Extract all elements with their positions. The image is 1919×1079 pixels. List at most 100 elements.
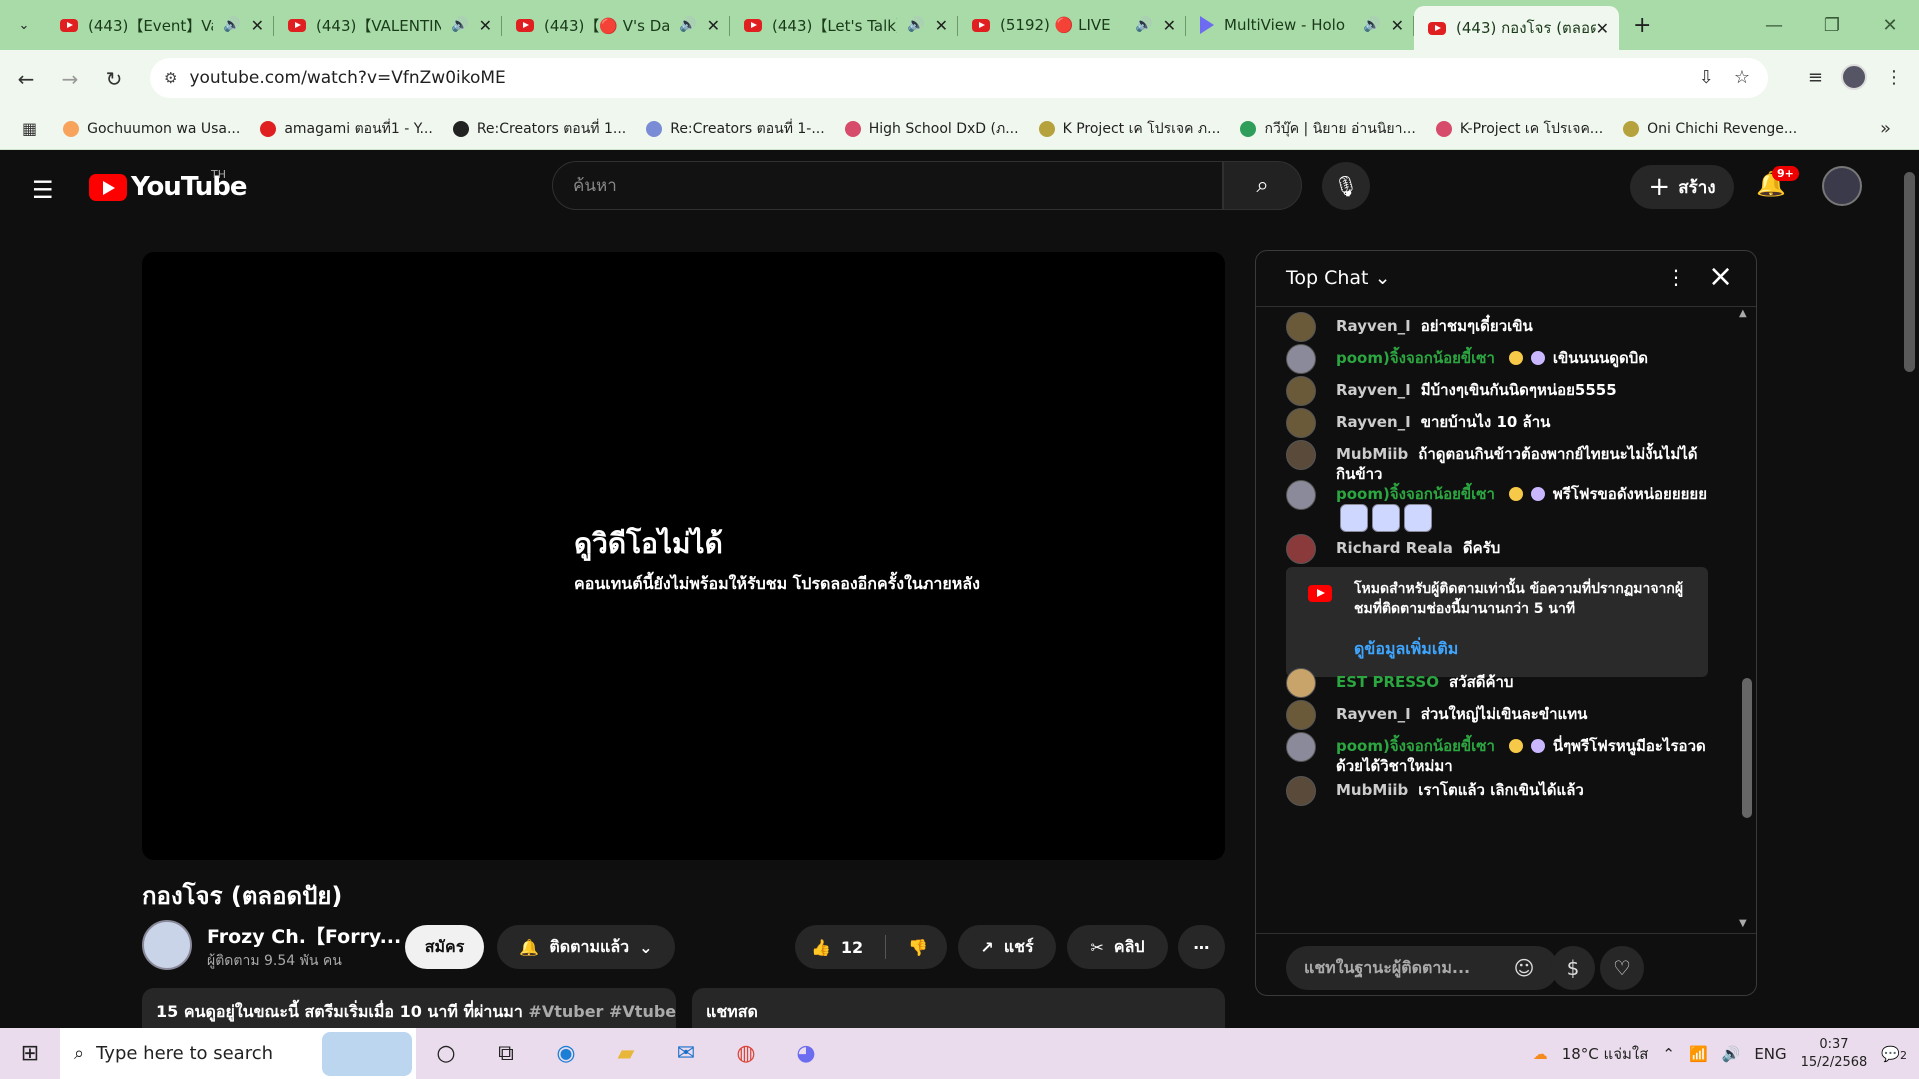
browser-tab-2[interactable]: (443)【🔴 V's Da 🔊 ✕ [502,0,730,50]
bookmark-item[interactable]: K Project เค โปรเจค ภ... [1038,118,1220,140]
cortana-icon[interactable]: ○ [416,1041,476,1066]
weather-icon[interactable]: ☁ [1533,1045,1548,1063]
browser-tab-0[interactable]: (443)【Event】Vale 🔊 ✕ [46,0,274,50]
task-view-icon[interactable]: ⧉ [476,1041,536,1066]
bookmark-item[interactable]: Gochuumon wa Usa... [63,120,240,137]
video-player[interactable]: ดูวิดีโอไม่ได้ คอนเทนต์นี้ยังไม่พร้อมให้… [142,252,1225,860]
bookmark-item[interactable]: Oni Chichi Revenge... [1623,120,1797,137]
chat-message[interactable]: Rayven_I มีบ้างๆเขินกันนิดๆหน่อย5555 [1286,376,1716,406]
start-windows-icon[interactable]: ⊞ [0,1041,60,1066]
chat-message[interactable]: MubMiib เราโตแล้ว เลิกเขินได้แล้ว [1286,776,1716,806]
chat-author-name[interactable]: EST PRESSO [1336,673,1439,691]
reload-button[interactable]: ↻ [96,67,132,91]
browser-tab-1[interactable]: (443)【VALENTIN 🔊 ✕ [274,0,502,50]
chat-author-avatar[interactable] [1286,344,1316,374]
speaker-icon[interactable]: 🔊 [907,17,924,33]
back-button[interactable]: ← [8,67,44,91]
show-hidden-icons[interactable]: ⌃ [1662,1045,1675,1063]
chat-author-avatar[interactable] [1286,732,1316,762]
close-tab-icon[interactable]: ✕ [1391,16,1404,35]
forward-button[interactable]: → [52,67,88,91]
chat-author-name[interactable]: Rayven_I [1336,705,1411,723]
notifications-icon[interactable]: 💬2 [1881,1045,1907,1063]
youtube-logo[interactable]: YouTube TH [89,168,247,202]
bookmark-item[interactable]: กวีบุ๊ค | นิยาย อ่านนิยา... [1240,118,1416,140]
speaker-icon[interactable]: 🔊 [1135,17,1152,33]
browser-tab-4[interactable]: (5192) 🔴 LIVE 🔊 ✕ [958,0,1186,50]
close-tab-icon[interactable]: ✕ [251,16,264,35]
browser-tab-5[interactable]: MultiView - Holo 🔊 ✕ [1186,0,1414,50]
browser-tab-6[interactable]: (443) กองโจร (ตลอดปัย✕ [1414,6,1619,50]
chat-message[interactable]: EST PRESSO สวัสดีค้าบ [1286,668,1716,698]
create-button[interactable]: + สร้าง [1630,165,1734,209]
learn-more-link[interactable]: ดูข้อมูลเพิ่มเติม [1354,637,1458,662]
edge-icon[interactable]: ◉ [536,1041,596,1066]
hamburger-menu-icon[interactable]: ☰ [32,176,54,204]
chat-author-name[interactable]: poom)จิ้งจอกน้อยขี้เซา [1336,349,1495,367]
live-chat-tab[interactable]: แชทสด [692,988,1225,1028]
bookmark-item[interactable]: Re:Creators ตอนที่ 1-... [646,118,825,140]
chat-message[interactable]: Richard Reala ดีครับ [1286,534,1716,564]
weather-text[interactable]: 18°C แจ่มใส [1562,1042,1649,1066]
profile-avatar[interactable] [1841,64,1867,90]
chat-message[interactable]: poom)จิ้งจอกน้อยขี้เซา เขินนนนดูดบิด [1286,344,1716,374]
heart-icon[interactable]: ♡ [1600,946,1644,990]
dislike-button[interactable]: 👎 [908,938,928,957]
description-box[interactable]: 15 คนดูอยู่ในขณะนี้ สตรีมเริ่มเมื่อ 10 น… [142,988,676,1028]
chat-message[interactable]: poom)จิ้งจอกน้อยขี้เซา พรีโฟรขอดังหน่อยยย… [1286,480,1716,532]
taskbar-search[interactable]: ⌕ Type here to search [60,1028,416,1079]
chat-author-avatar[interactable] [1286,408,1316,438]
clock[interactable]: 0:37 15/2/2568 [1801,1036,1868,1072]
subscribed-button[interactable]: 🔔 ติดตามแล้ว ⌄ [497,925,675,969]
bookmark-item[interactable]: amagami ตอนที่1 - Y... [260,118,433,140]
chat-author-name[interactable]: poom)จิ้งจอกน้อยขี้เซา [1336,737,1495,755]
chat-author-avatar[interactable] [1286,668,1316,698]
browser-tab-3[interactable]: (443)【Let's Talk】 🔊 ✕ [730,0,958,50]
voice-search-button[interactable]: 🎙 [1322,162,1370,210]
file-explorer-icon[interactable]: ▰ [596,1041,656,1066]
close-chat-icon[interactable]: × [1708,259,1733,294]
super-chat-icon[interactable]: $ [1551,946,1595,990]
chat-author-avatar[interactable] [1286,776,1316,806]
bookmark-item[interactable]: High School DxD (ภ... [844,118,1019,140]
chat-author-avatar[interactable] [1286,480,1316,510]
search-button[interactable]: ⌕ [1223,161,1302,210]
close-tab-icon[interactable]: ✕ [479,16,492,35]
chat-author-name[interactable]: Rayven_I [1336,381,1411,399]
share-button[interactable]: ↗ แชร์ [958,925,1056,969]
close-tab-icon[interactable]: ✕ [1596,19,1609,38]
chat-message[interactable]: poom)จิ้งจอกน้อยขี้เซา นี่ๆพรีโฟรหนูมีอะไ… [1286,732,1716,776]
close-tab-icon[interactable]: ✕ [707,16,720,35]
address-url[interactable]: youtube.com/watch?v=VfnZw0ikoME [189,68,505,88]
close-tab-icon[interactable]: ✕ [935,16,948,35]
address-bar[interactable]: ⚙ youtube.com/watch?v=VfnZw0ikoME ⇩ ☆ [150,58,1768,98]
bookmark-star-icon[interactable]: ☆ [1734,67,1750,88]
discord-icon[interactable]: ◕ [776,1041,836,1066]
page-scroll-thumb[interactable] [1904,172,1915,372]
channel-name[interactable]: Frozy Ch.【Forry... [207,922,401,949]
chat-author-name[interactable]: Rayven_I [1336,317,1411,335]
chat-author-avatar[interactable] [1286,440,1316,470]
chat-mode-dropdown[interactable]: Top Chat ⌄ [1286,267,1390,289]
chat-message[interactable]: MubMiib ถ้าดูตอนกินข้าวต้องพากย์ไทยนะไม่ง… [1286,440,1716,484]
chat-author-name[interactable]: poom)จิ้งจอกน้อยขี้เซา [1336,485,1495,503]
new-tab-button[interactable]: + [1633,13,1651,38]
chat-message[interactable]: Rayven_I อย่าชมๆเดี๋ยวเขิน [1286,312,1716,342]
chat-scrollbar[interactable]: ▲ ▼ [1738,308,1754,929]
chat-author-avatar[interactable] [1286,534,1316,564]
site-info-icon[interactable]: ⚙ [164,69,177,87]
scroll-up-icon[interactable]: ▲ [1739,308,1747,319]
mail-icon[interactable]: ✉ [656,1041,716,1066]
description-hashtags[interactable]: #Vtuber #Vtuber [528,1002,676,1021]
chat-author-name[interactable]: Richard Reala [1336,539,1453,557]
network-icon[interactable]: 📶 [1689,1045,1708,1063]
volume-icon[interactable]: 🔊 [1722,1045,1741,1063]
close-tab-icon[interactable]: ✕ [1163,16,1176,35]
bookmark-item[interactable]: K-Project เค โปรเจค... [1435,118,1603,140]
account-avatar[interactable] [1822,166,1862,206]
speaker-icon[interactable]: 🔊 [1363,17,1380,33]
speaker-icon[interactable]: 🔊 [223,17,240,33]
channel-avatar[interactable] [142,920,192,970]
speaker-icon[interactable]: 🔊 [679,17,696,33]
page-scrollbar[interactable] [1900,150,1919,1028]
